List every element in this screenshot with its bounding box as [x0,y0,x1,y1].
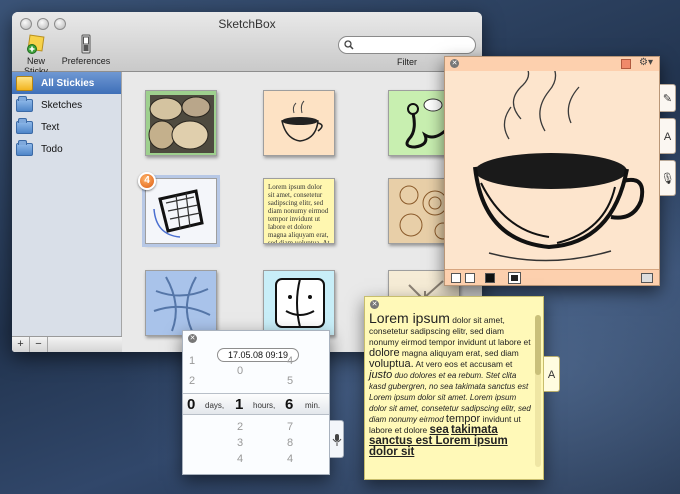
min-wheel-value: 5 [287,375,294,387]
sidebar-item-text[interactable]: Text [12,116,121,138]
min-wheel-value: 7 [287,421,294,433]
sticky-thumbnail-stones[interactable] [145,90,217,156]
folder-icon [16,117,33,134]
timer-side-tab[interactable] [330,420,344,458]
sticky-thumbnail-cup[interactable] [263,90,335,156]
coffee-cup-sketch [473,71,645,262]
hours-wheel-value: 4 [237,453,244,465]
text-run: At vero eos et accusam et [413,359,513,369]
ice-sketch-image [153,276,211,332]
finder-sketch-image [275,278,325,328]
notification-badge: 4 [138,172,156,190]
days-label: days, [205,401,225,410]
folder-icon [16,139,33,156]
hours-value[interactable]: 1 [235,396,243,413]
folder-icon [16,95,33,112]
sidebar-item-label: Text [41,121,60,133]
microphone-tab-icon[interactable]: 🎙 [660,160,676,196]
hours-label: hours, [253,401,276,410]
cup-sketch-image [281,100,323,142]
lorem-preview-text: Lorem ipsum dolor sit amet, consetetur s… [268,183,330,244]
timer-selection-band: 0 days, 1 hours, 6 min. [183,393,329,415]
scribble-sketch-image [153,189,204,238]
timer-sticky-window[interactable]: ✕ 17.05.08 09:19 1 2 0 4 5 0 days, 1 hou… [182,330,330,475]
sidebar-item-all-stickies[interactable]: All Stickies [12,72,121,94]
days-wheel-value: 1 [189,355,196,367]
search-box[interactable] [338,36,476,54]
sticky-thumbnail-ice[interactable] [145,270,217,336]
hours-wheel-value: 0 [237,365,244,377]
eraser-tool-icon[interactable] [465,273,475,283]
sidebar-item-label: Sketches [41,99,83,111]
min-wheel-value: 8 [287,437,294,449]
close-icon[interactable]: ✕ [370,300,379,309]
black-color-icon[interactable] [485,273,495,283]
preferences-button[interactable]: Preferences [58,34,114,66]
preferences-switch-icon [81,34,91,54]
gear-icon[interactable]: ⚙▾ [639,57,653,68]
text-sticky-window[interactable]: ✕ Lorem ipsum dolor sit amet, consetetur… [364,296,544,480]
window-title: SketchBox [218,17,276,31]
sticky-thumbnail-finder[interactable] [263,270,335,336]
sticky-thumbnail-scribble[interactable] [142,175,220,247]
sidebar-item-sketches[interactable]: Sketches [12,94,121,116]
text-run: magna aliquyam erat, sed diam [399,348,519,358]
font-tab[interactable]: A [544,356,560,392]
sidebar-item-todo[interactable]: Todo [12,138,121,160]
vertical-scrollbar[interactable] [535,315,541,467]
new-sticky-button[interactable]: New Sticky [14,34,58,76]
fullscreen-icon[interactable] [641,273,653,283]
min-label: min. [305,401,321,410]
pen-tab-icon[interactable]: ✎ [660,84,676,112]
preferences-label: Preferences [61,56,111,66]
search-input[interactable] [357,38,469,52]
lorem-text-body[interactable]: Lorem ipsum dolor sit amet, consetetur s… [369,310,535,458]
brush-size-icon[interactable] [508,272,521,284]
sidebar-toolbar: + − [12,336,122,352]
days-value[interactable]: 0 [187,396,195,413]
text-run: Lorem ipsum [369,310,450,326]
sketch-titlebar: ✕ ⚙▾ [445,57,659,71]
sketch-toolbar [445,269,659,285]
text-run: justo [369,369,393,381]
all-stickies-icon [16,75,33,91]
min-value[interactable]: 6 [285,396,293,413]
pencil-tool-icon[interactable] [451,273,461,283]
color-swatch-icon[interactable] [621,59,631,69]
sidebar-item-label: Todo [41,143,63,155]
sidebar: All Stickies Sketches Text Todo + − [12,72,122,352]
min-wheel-value: 4 [287,453,294,465]
search-icon [344,40,354,50]
sketch-sticky-window[interactable]: ✕ ⚙▾ [444,56,660,286]
hours-wheel-value: 2 [237,421,244,433]
close-icon[interactable]: ✕ [450,59,459,68]
min-wheel-value: 4 [287,355,294,367]
titlebar: SketchBox New Sticky Preferences Filter [12,12,482,76]
text-tab[interactable]: A [660,118,676,154]
hours-wheel-value: 3 [237,437,244,449]
stones-sketch-image [148,95,214,153]
new-sticky-icon [27,34,45,54]
close-icon[interactable]: ✕ [188,334,197,343]
sidebar-item-label: All Stickies [41,77,95,89]
sticky-thumbnail-lorem[interactable]: Lorem ipsum dolor sit amet, consetetur s… [263,178,335,244]
days-wheel-value: 2 [189,375,196,387]
microphone-icon [332,434,342,446]
add-folder-button[interactable]: + [12,336,30,352]
remove-folder-button[interactable]: − [30,336,48,352]
